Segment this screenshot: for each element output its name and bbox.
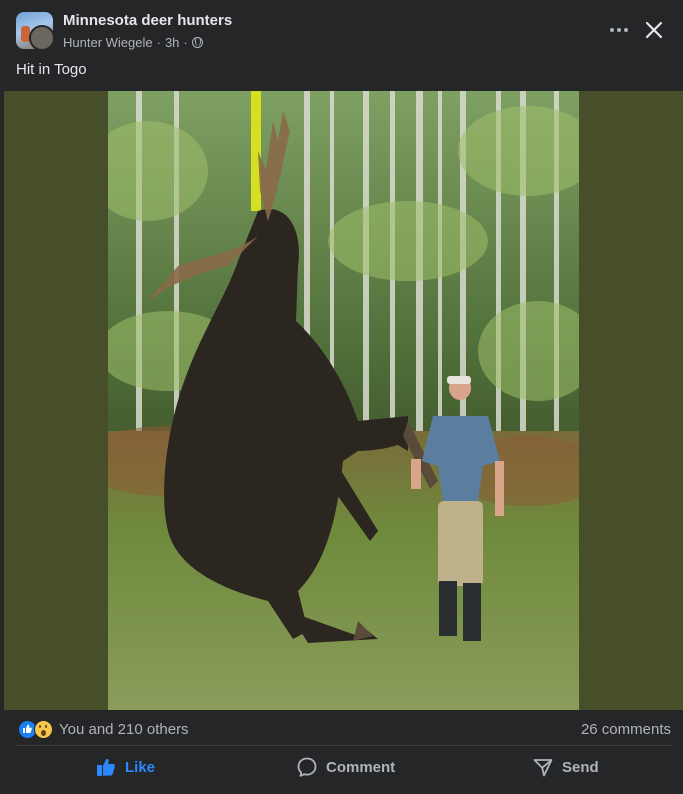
meta-separator-2: ·	[183, 35, 188, 50]
meta-separator: ·	[156, 35, 161, 50]
group-name-link[interactable]: Minnesota deer hunters	[63, 12, 232, 29]
post-card: Minnesota deer hunters Hunter Wiegele · …	[0, 0, 683, 794]
comment-icon	[297, 757, 317, 777]
more-options-button[interactable]	[605, 18, 633, 42]
like-button[interactable]: Like	[95, 748, 155, 786]
comments-count-link[interactable]: 26 comments	[581, 721, 671, 738]
author-avatar[interactable]	[29, 25, 53, 49]
send-icon	[533, 759, 553, 777]
post-caption: Hit in Togo	[16, 61, 87, 78]
close-icon	[645, 21, 663, 39]
post-actions: Like Comment Send	[0, 748, 683, 788]
comment-button[interactable]: Comment	[296, 748, 395, 786]
reaction-icons[interactable]	[18, 720, 56, 740]
post-time-link[interactable]: 3h	[165, 35, 179, 50]
post-header: Minnesota deer hunters Hunter Wiegele · …	[0, 0, 683, 58]
send-button[interactable]: Send	[532, 748, 599, 786]
wow-reaction-icon	[34, 720, 53, 739]
ellipsis-icon	[610, 28, 628, 32]
comment-label: Comment	[326, 758, 396, 776]
send-label: Send	[562, 758, 599, 776]
photo-illustration	[108, 91, 579, 710]
like-label: Like	[125, 758, 156, 776]
actions-divider	[16, 745, 672, 746]
post-photo[interactable]	[108, 91, 579, 710]
close-button[interactable]	[641, 16, 667, 44]
reaction-summary-link[interactable]: You and 210 others	[59, 721, 189, 738]
group-avatar[interactable]	[16, 12, 53, 49]
reaction-stats: You and 210 others 26 comments	[0, 712, 683, 746]
post-meta: Hunter Wiegele · 3h ·	[63, 35, 203, 50]
thumbs-up-icon	[97, 758, 115, 776]
post-media[interactable]	[4, 91, 683, 710]
globe-icon	[191, 37, 203, 48]
author-name-link[interactable]: Hunter Wiegele	[63, 35, 153, 50]
